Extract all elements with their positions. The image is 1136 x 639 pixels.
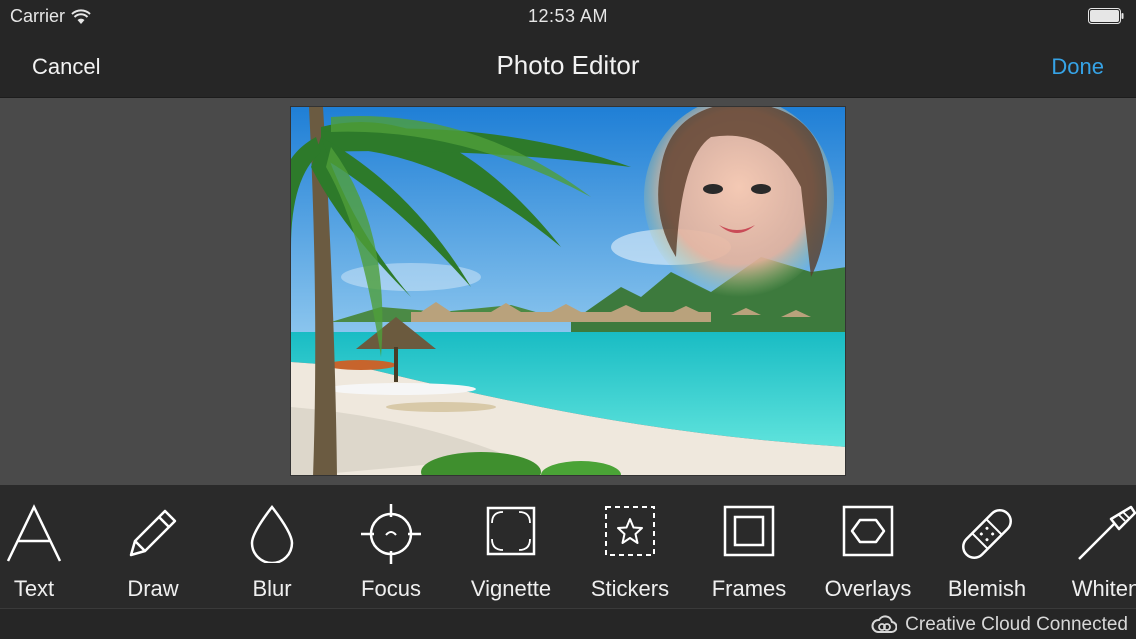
crosshair-icon <box>361 504 421 564</box>
tool-label: Draw <box>127 576 179 601</box>
footer-bar: Creative Cloud Connected <box>0 608 1136 639</box>
pencil-icon <box>129 509 177 557</box>
page-title: Photo Editor <box>496 50 640 80</box>
text-icon <box>6 504 62 562</box>
tool-focus[interactable]: Focus <box>336 485 446 608</box>
tool-label: Focus <box>361 576 421 601</box>
tool-label: Blemish <box>947 576 1027 601</box>
tool-blemish[interactable]: Blemish <box>932 485 1042 608</box>
tool-draw[interactable]: Draw <box>98 485 208 608</box>
tool-label: Text <box>13 576 55 601</box>
status-time: 12:53 AM <box>527 6 609 26</box>
battery-icon <box>1088 8 1124 24</box>
drop-icon <box>250 504 294 563</box>
beach-photo <box>291 107 845 475</box>
tool-vignette[interactable]: Vignette <box>456 485 566 608</box>
tool-overlays[interactable]: Overlays <box>813 485 923 608</box>
tool-label: Whiten <box>1071 576 1136 601</box>
star-icon <box>605 506 655 556</box>
nav-bar: Cancel Photo Editor Done <box>0 34 1136 98</box>
tool-frames[interactable]: Frames <box>694 485 804 608</box>
frame-icon <box>723 505 775 557</box>
creative-cloud-icon <box>871 615 898 633</box>
tool-blur[interactable]: Blur <box>217 485 327 608</box>
tool-label: Frames <box>711 576 787 601</box>
tool-label: Blur <box>252 576 292 601</box>
bandage-icon <box>962 509 1012 559</box>
tool-label: Stickers <box>590 576 670 601</box>
tool-whiten[interactable]: Whiten <box>1051 485 1136 608</box>
photo-preview[interactable] <box>290 106 846 476</box>
vignette-icon <box>486 506 536 556</box>
hexagon-icon <box>842 505 894 557</box>
done-button[interactable]: Done <box>1051 54 1104 80</box>
tool-label: Overlays <box>824 576 912 601</box>
brush-icon <box>1078 505 1136 560</box>
tools-toolbar: Text Draw Blur Focus Vignette Stickers F… <box>0 485 1136 608</box>
status-bar: Carrier 12:53 AM <box>0 0 1136 34</box>
tool-stickers[interactable]: Stickers <box>575 485 685 608</box>
canvas-area <box>0 98 1136 485</box>
creative-cloud-label: Creative Cloud Connected <box>905 614 1128 635</box>
tool-text[interactable]: Text <box>0 485 89 608</box>
tool-label: Vignette <box>470 576 552 601</box>
creative-cloud-status[interactable]: Creative Cloud Connected <box>871 614 1128 636</box>
